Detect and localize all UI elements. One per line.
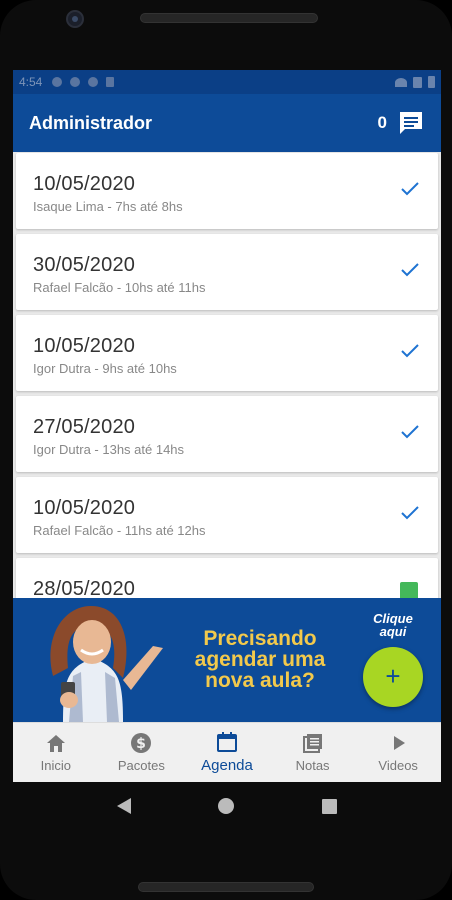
phone-frame: 4:54 Administrador 0 10/05/2020 Isaque L…: [0, 0, 452, 900]
nav-item-notas[interactable]: Notas: [270, 723, 356, 782]
woman-with-phone-image: [50, 606, 163, 722]
nav-item-label: Notas: [295, 758, 330, 773]
dollar-icon: $: [131, 733, 152, 753]
nav-item-label: Agenda: [201, 757, 253, 774]
bottom-speaker: [138, 882, 314, 892]
nav-item-label: Inicio: [40, 758, 71, 773]
play-icon: [394, 736, 406, 750]
sdcard-status-icon: [106, 77, 115, 87]
calendar-icon: [216, 732, 237, 752]
appointment-date: 10/05/2020: [33, 497, 136, 519]
status-bar: 4:54: [13, 70, 441, 94]
svg-text:$: $: [137, 736, 147, 752]
appointment-detail: Rafael Falcão - 11hs até 12hs: [33, 523, 206, 538]
appointment-card[interactable]: 27/05/2020 Igor Dutra - 13hs até 14hs: [16, 396, 438, 472]
appointment-date: 10/05/2020: [33, 173, 136, 195]
chat-icon[interactable]: [397, 109, 425, 137]
appointment-date: 27/05/2020: [33, 416, 136, 438]
appointment-date: 10/05/2020: [33, 335, 136, 357]
appointment-card[interactable]: 30/05/2020 Rafael Falcão - 10hs até 11hs: [16, 234, 438, 310]
nav-item-label: Pacotes: [117, 758, 165, 773]
nav-item-agenda[interactable]: Agenda: [184, 723, 270, 782]
system-navigation-bar: [13, 782, 441, 830]
appointment-date: 30/05/2020: [33, 254, 136, 276]
status-time: 4:54: [19, 75, 43, 89]
status-right-icons: [395, 76, 435, 88]
back-icon[interactable]: [116, 798, 131, 814]
nav-item-pacotes[interactable]: $ Pacotes: [99, 723, 185, 782]
nav-item-label: Videos: [378, 758, 418, 773]
appointment-card[interactable]: 10/05/2020 Rafael Falcão - 11hs até 12hs: [16, 477, 438, 553]
nav-item-inicio[interactable]: Inicio: [13, 723, 99, 782]
home-circle-icon[interactable]: [218, 798, 235, 814]
notes-icon: [302, 734, 322, 753]
banner-headline: Precisando agendar uma nova aula?: [194, 627, 326, 692]
wifi-icon: [395, 77, 407, 87]
nav-item-videos[interactable]: Videos: [355, 723, 441, 782]
shield-status-icon: [70, 77, 81, 87]
schedule-banner[interactable]: Precisando agendar uma nova aula? Clique…: [13, 598, 441, 722]
signal-icon: [413, 76, 422, 88]
check-icon: [401, 425, 419, 439]
front-camera: [66, 10, 84, 28]
appointment-card[interactable]: 10/05/2020 Isaque Lima - 7hs até 8hs: [16, 153, 438, 229]
appointment-detail: Igor Dutra - 9hs até 10hs: [33, 361, 177, 376]
earpiece-speaker: [140, 13, 318, 23]
home-icon: [46, 735, 65, 752]
appointment-detail: Igor Dutra - 13hs até 14hs: [33, 442, 185, 457]
sync-status-icon: [88, 77, 99, 87]
appointment-detail: Rafael Falcão - 10hs até 11hs: [33, 280, 206, 295]
check-icon: [401, 344, 419, 358]
page-title: Administrador: [29, 112, 153, 133]
recent-apps-icon[interactable]: [322, 798, 338, 814]
battery-icon: [428, 76, 435, 88]
app-bar: Administrador 0: [13, 94, 441, 152]
bottom-navigation: Inicio $ Pacotes Agenda Notas Videos: [13, 722, 441, 782]
cta-hint: Clique aqui: [373, 611, 413, 639]
app-screen: 4:54 Administrador 0 10/05/2020 Isaque L…: [13, 70, 441, 782]
settings-status-icon: [52, 77, 63, 87]
appointment-detail: Isaque Lima - 7hs até 8hs: [33, 199, 183, 214]
check-icon: [401, 506, 419, 520]
add-appointment-button[interactable]: +: [363, 647, 423, 707]
message-count: 0: [377, 113, 387, 132]
check-icon: [401, 182, 419, 196]
check-icon: [401, 263, 419, 277]
appointment-card[interactable]: 10/05/2020 Igor Dutra - 9hs até 10hs: [16, 315, 438, 391]
